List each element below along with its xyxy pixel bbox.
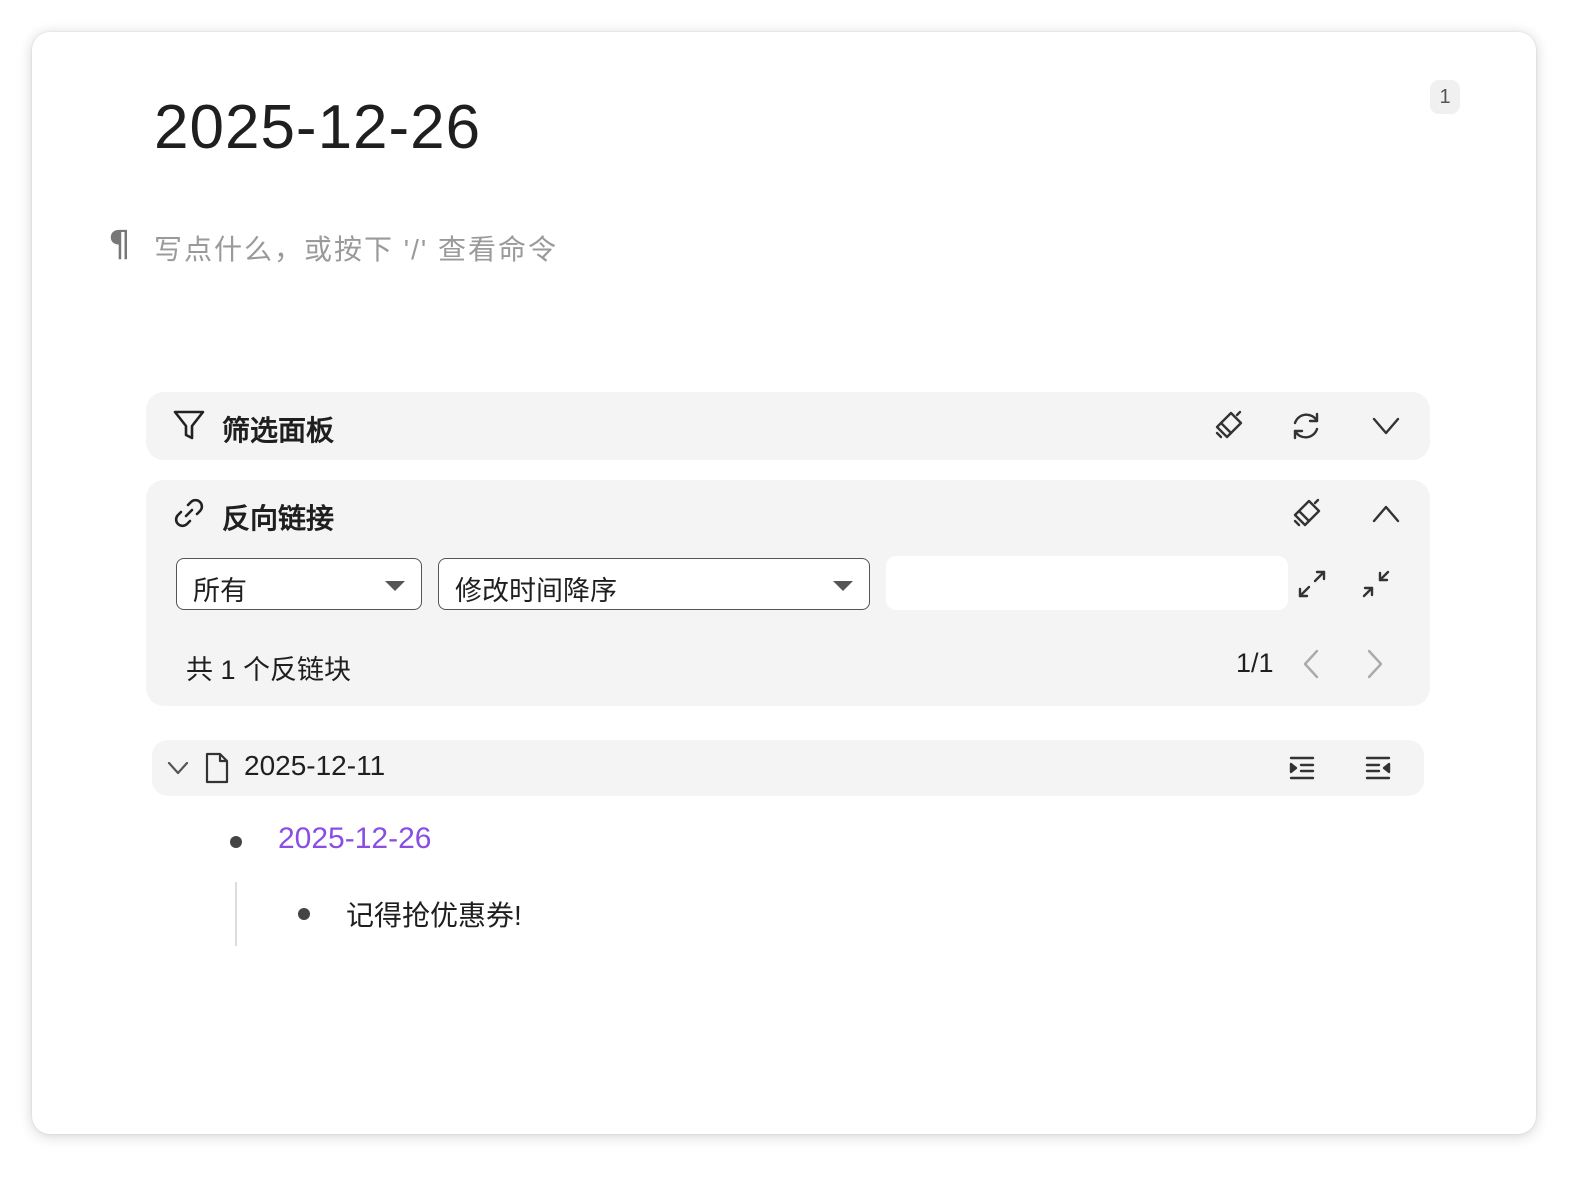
backlinks-panel: 反向链接 所有 修改时间降序 共 1 个反链块 1/1 [146, 480, 1430, 706]
expand-all-button[interactable] [1292, 564, 1332, 604]
document-icon [205, 752, 229, 784]
pagination-label: 1/1 [1236, 648, 1274, 678]
filter-panel-title: 筛选面板 [222, 415, 335, 446]
sort-select[interactable]: 修改时间降序 [438, 558, 870, 610]
link-icon [174, 498, 204, 528]
doc-title[interactable]: 2025-12-11 [244, 750, 385, 782]
chevron-down-icon [1372, 417, 1400, 435]
expand-filter-button[interactable] [1366, 406, 1406, 446]
editor-placeholder[interactable]: 写点什么，或按下 '/' 查看命令 [154, 228, 558, 268]
collapse-icon [1362, 570, 1390, 598]
chevron-down-icon[interactable] [164, 754, 192, 782]
sort-select-value: 修改时间降序 [455, 576, 617, 606]
dropdown-caret-icon [385, 581, 405, 591]
collapse-doc-button[interactable] [1358, 748, 1398, 788]
refresh-icon [1293, 412, 1319, 440]
expand-doc-button[interactable] [1282, 748, 1322, 788]
next-page-button[interactable] [1354, 644, 1394, 684]
editor-window: 1 2025-12-26 ¶ 写点什么，或按下 '/' 查看命令 筛选面板 反向… [32, 32, 1536, 1134]
backlinks-search-input[interactable] [886, 556, 1288, 610]
prev-icon [1303, 649, 1319, 679]
next-icon [1367, 649, 1383, 679]
indent-icon [1289, 756, 1315, 780]
backlink-doc-row[interactable]: 2025-12-11 [152, 740, 1424, 796]
scope-select-value: 所有 [193, 576, 247, 606]
list-item[interactable]: 记得抢优惠券! [346, 894, 522, 934]
clear-icon [1293, 498, 1321, 527]
paragraph-icon[interactable]: ¶ [108, 224, 131, 265]
prev-page-button[interactable] [1292, 644, 1332, 684]
indent-guide [235, 882, 237, 946]
clear-backlinks-button[interactable] [1286, 494, 1326, 534]
collapse-all-button[interactable] [1356, 564, 1396, 604]
clear-icon [1215, 410, 1243, 439]
backlinks-panel-title: 反向链接 [222, 503, 335, 534]
outdent-icon [1365, 756, 1391, 780]
expand-icon [1298, 570, 1326, 598]
refresh-button[interactable] [1286, 406, 1326, 446]
chevron-up-icon [1372, 505, 1400, 523]
clear-filter-button[interactable] [1208, 406, 1248, 446]
list-bullet[interactable] [230, 836, 242, 848]
counter-badge[interactable]: 1 [1430, 80, 1460, 114]
filter-icon [173, 410, 205, 440]
collapse-backlinks-button[interactable] [1366, 494, 1406, 534]
dropdown-caret-icon [833, 581, 853, 591]
scope-select[interactable]: 所有 [176, 558, 422, 610]
block-ref-link[interactable]: 2025-12-26 [278, 822, 431, 856]
backlink-count: 共 1 个反链块 [186, 655, 352, 685]
list-bullet[interactable] [298, 908, 310, 920]
filter-panel: 筛选面板 [146, 392, 1430, 460]
page-title[interactable]: 2025-12-26 [154, 92, 481, 163]
